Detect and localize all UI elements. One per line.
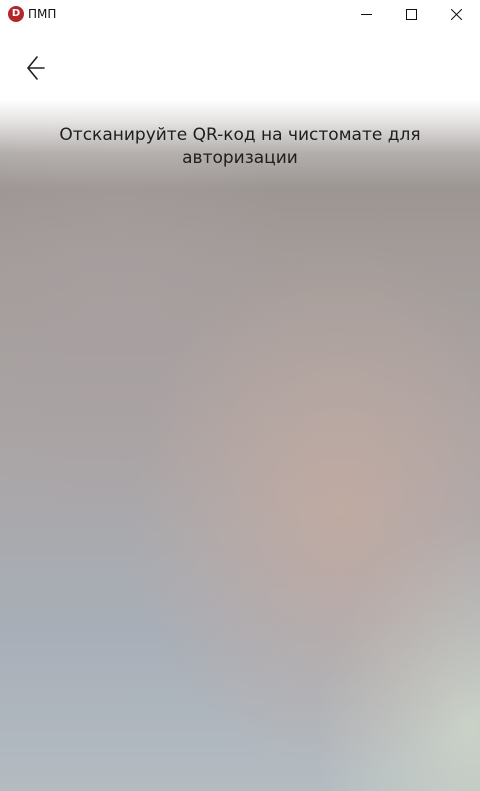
- window-title: ПМП: [28, 7, 57, 21]
- app-logo: D: [8, 6, 24, 22]
- title-bar: D ПМП: [0, 0, 480, 29]
- minimize-icon: [361, 14, 372, 15]
- close-button[interactable]: [434, 0, 479, 29]
- arrow-left-icon: [27, 56, 45, 80]
- maximize-button[interactable]: [389, 0, 434, 29]
- back-button[interactable]: [20, 50, 52, 86]
- scan-instruction: Отсканируйте QR-код на чистомате для авт…: [59, 125, 421, 168]
- close-icon: [451, 9, 462, 20]
- maximize-icon: [406, 9, 417, 20]
- minimize-button[interactable]: [344, 0, 389, 29]
